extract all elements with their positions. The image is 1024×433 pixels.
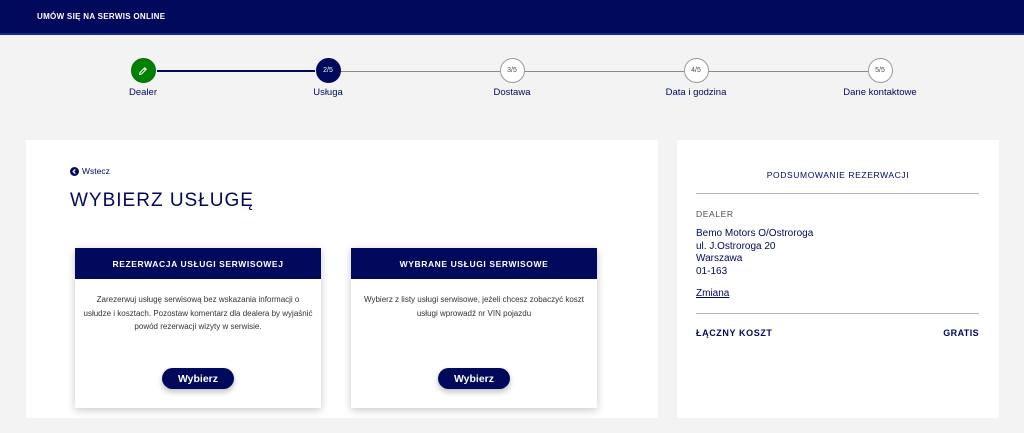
dealer-city: Warszawa [696,253,743,264]
step-label-date-time: Data i godzina [665,87,727,98]
step-badge-current: 2/5 [315,58,341,83]
selected-services-card: WYBRANE USŁUGI SERWISOWE Wybierz z listy… [351,248,597,408]
page-title: WYBIERZ USŁUGĘ [70,190,254,211]
header-title: UMÓW SIĘ NA SERWIS ONLINE [37,12,166,21]
step-delivery[interactable]: 3/5 Dostawa [452,58,572,98]
service-selection-panel: Wstecz WYBIERZ USŁUGĘ REZERWACJA USŁUGI … [26,140,658,418]
step-contact-data[interactable]: 5/5 Dane kontaktowe [820,58,940,98]
step-label-service: Usługa [313,87,343,98]
dealer-name: Bemo Motors O/Ostroroga [696,228,814,239]
summary-title: PODSUMOWANIE REZERWACJI [766,170,910,180]
total-cost-label: ŁĄCZNY KOSZT [696,328,773,338]
back-link[interactable]: Wstecz [70,166,110,176]
back-label: Wstecz [82,166,110,176]
dealer-address: Bemo Motors O/Ostroroga ul. J.Ostroroga … [696,228,813,278]
dealer-postal-code: 01-163 [696,265,728,277]
card-description: Zarezerwuj usługę serwisową bez wskazani… [83,295,313,331]
card-description: Wybierz z listy usługi serwisowe, jeżeli… [364,295,584,318]
step-badge: 3/5 [499,58,525,83]
step-badge: 5/5 [867,58,893,83]
step-label-dealer: Dealer [129,87,157,98]
step-label-contact-data: Dane kontaktowe [843,87,917,98]
step-service[interactable]: 2/5 Usługa [268,58,388,98]
step-date-time[interactable]: 4/5 Data i godzina [636,58,756,98]
chevron-left-icon [70,166,79,176]
step-label-delivery: Dostawa [493,87,531,98]
dealer-label: DEALER [696,209,734,219]
divider [696,313,979,314]
select-button[interactable]: Wybierz [162,368,234,389]
card-title: REZERWACJA USŁUGI SERWISOWEJ [75,248,321,279]
step-dealer[interactable]: Dealer [83,58,203,98]
top-bar: UMÓW SIĘ NA SERWIS ONLINE [0,0,1024,35]
service-reservation-card: REZERWACJA USŁUGI SERWISOWEJ Zarezerwuj … [75,248,321,408]
divider [696,193,979,194]
dealer-street: ul. J.Ostroroga 20 [696,240,776,252]
select-button[interactable]: Wybierz [438,368,510,389]
total-cost-value: GRATIS [943,328,979,338]
reservation-summary: PODSUMOWANIE REZERWACJI DEALER Bemo Moto… [677,140,999,418]
change-dealer-link[interactable]: Zmiana [696,288,729,299]
step-done-circle [130,58,156,83]
step-badge: 4/5 [683,58,709,83]
progress-stepper: Dealer 2/5 Usługa 3/5 Dostawa 4/5 Data i… [0,58,1024,103]
card-title: WYBRANE USŁUGI SERWISOWE [351,248,597,279]
pencil-icon [138,66,148,75]
